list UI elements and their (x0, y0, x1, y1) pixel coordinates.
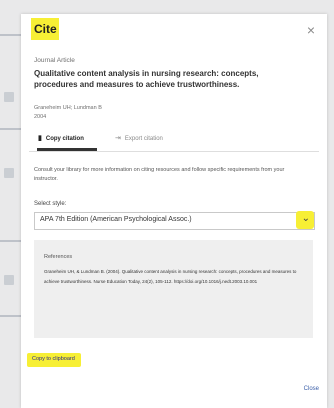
background-icon (4, 275, 14, 285)
active-tab-indicator (37, 148, 97, 151)
export-icon: ⇥ (115, 135, 121, 142)
background-line (0, 34, 22, 36)
background-icon (4, 92, 14, 102)
selected-style: APA 7th Edition (American Psychological … (40, 216, 192, 223)
consult-library-text: Consult your library for more informatio… (34, 167, 285, 182)
article-title: Qualitative content analysis in nursing … (34, 69, 259, 89)
tab-label: Copy citation (45, 136, 84, 142)
background-line (0, 315, 22, 317)
reference-text: Graneheim UH, & Lundman B. (2004). Quali… (44, 269, 297, 284)
reference-box: References Graneheim UH, & Lundman B. (2… (34, 240, 313, 338)
dialog-title: Cite (34, 22, 57, 36)
article-type: Journal Article (34, 57, 75, 64)
references-label: References (44, 254, 73, 260)
tab-copy-citation[interactable]: ▮ Copy citation (38, 134, 84, 142)
select-style-label: Select style: (34, 201, 67, 207)
clipboard-icon: ▮ (38, 135, 42, 142)
citation-style-select[interactable]: APA 7th Edition (American Psychological … (34, 211, 315, 230)
chevron-down-icon[interactable]: ⌄ (302, 213, 310, 224)
copy-to-clipboard-button[interactable]: Copy to clipboard (32, 356, 75, 362)
background-icon (4, 168, 14, 178)
background-line (0, 240, 22, 242)
tab-export-citation[interactable]: ⇥ Export citation (115, 134, 163, 142)
close-button[interactable]: Close (304, 386, 319, 392)
citation-tabs: ▮ Copy citation ⇥ Export citation (29, 127, 319, 152)
background-line (0, 128, 22, 130)
cite-dialog: Cite × Journal Article Qualitative conte… (21, 14, 327, 408)
close-icon[interactable]: × (307, 22, 315, 38)
article-authors: Graneheim UH; Lundman B (34, 105, 102, 111)
tab-label: Export citation (124, 136, 163, 142)
article-year: 2004 (34, 114, 47, 120)
